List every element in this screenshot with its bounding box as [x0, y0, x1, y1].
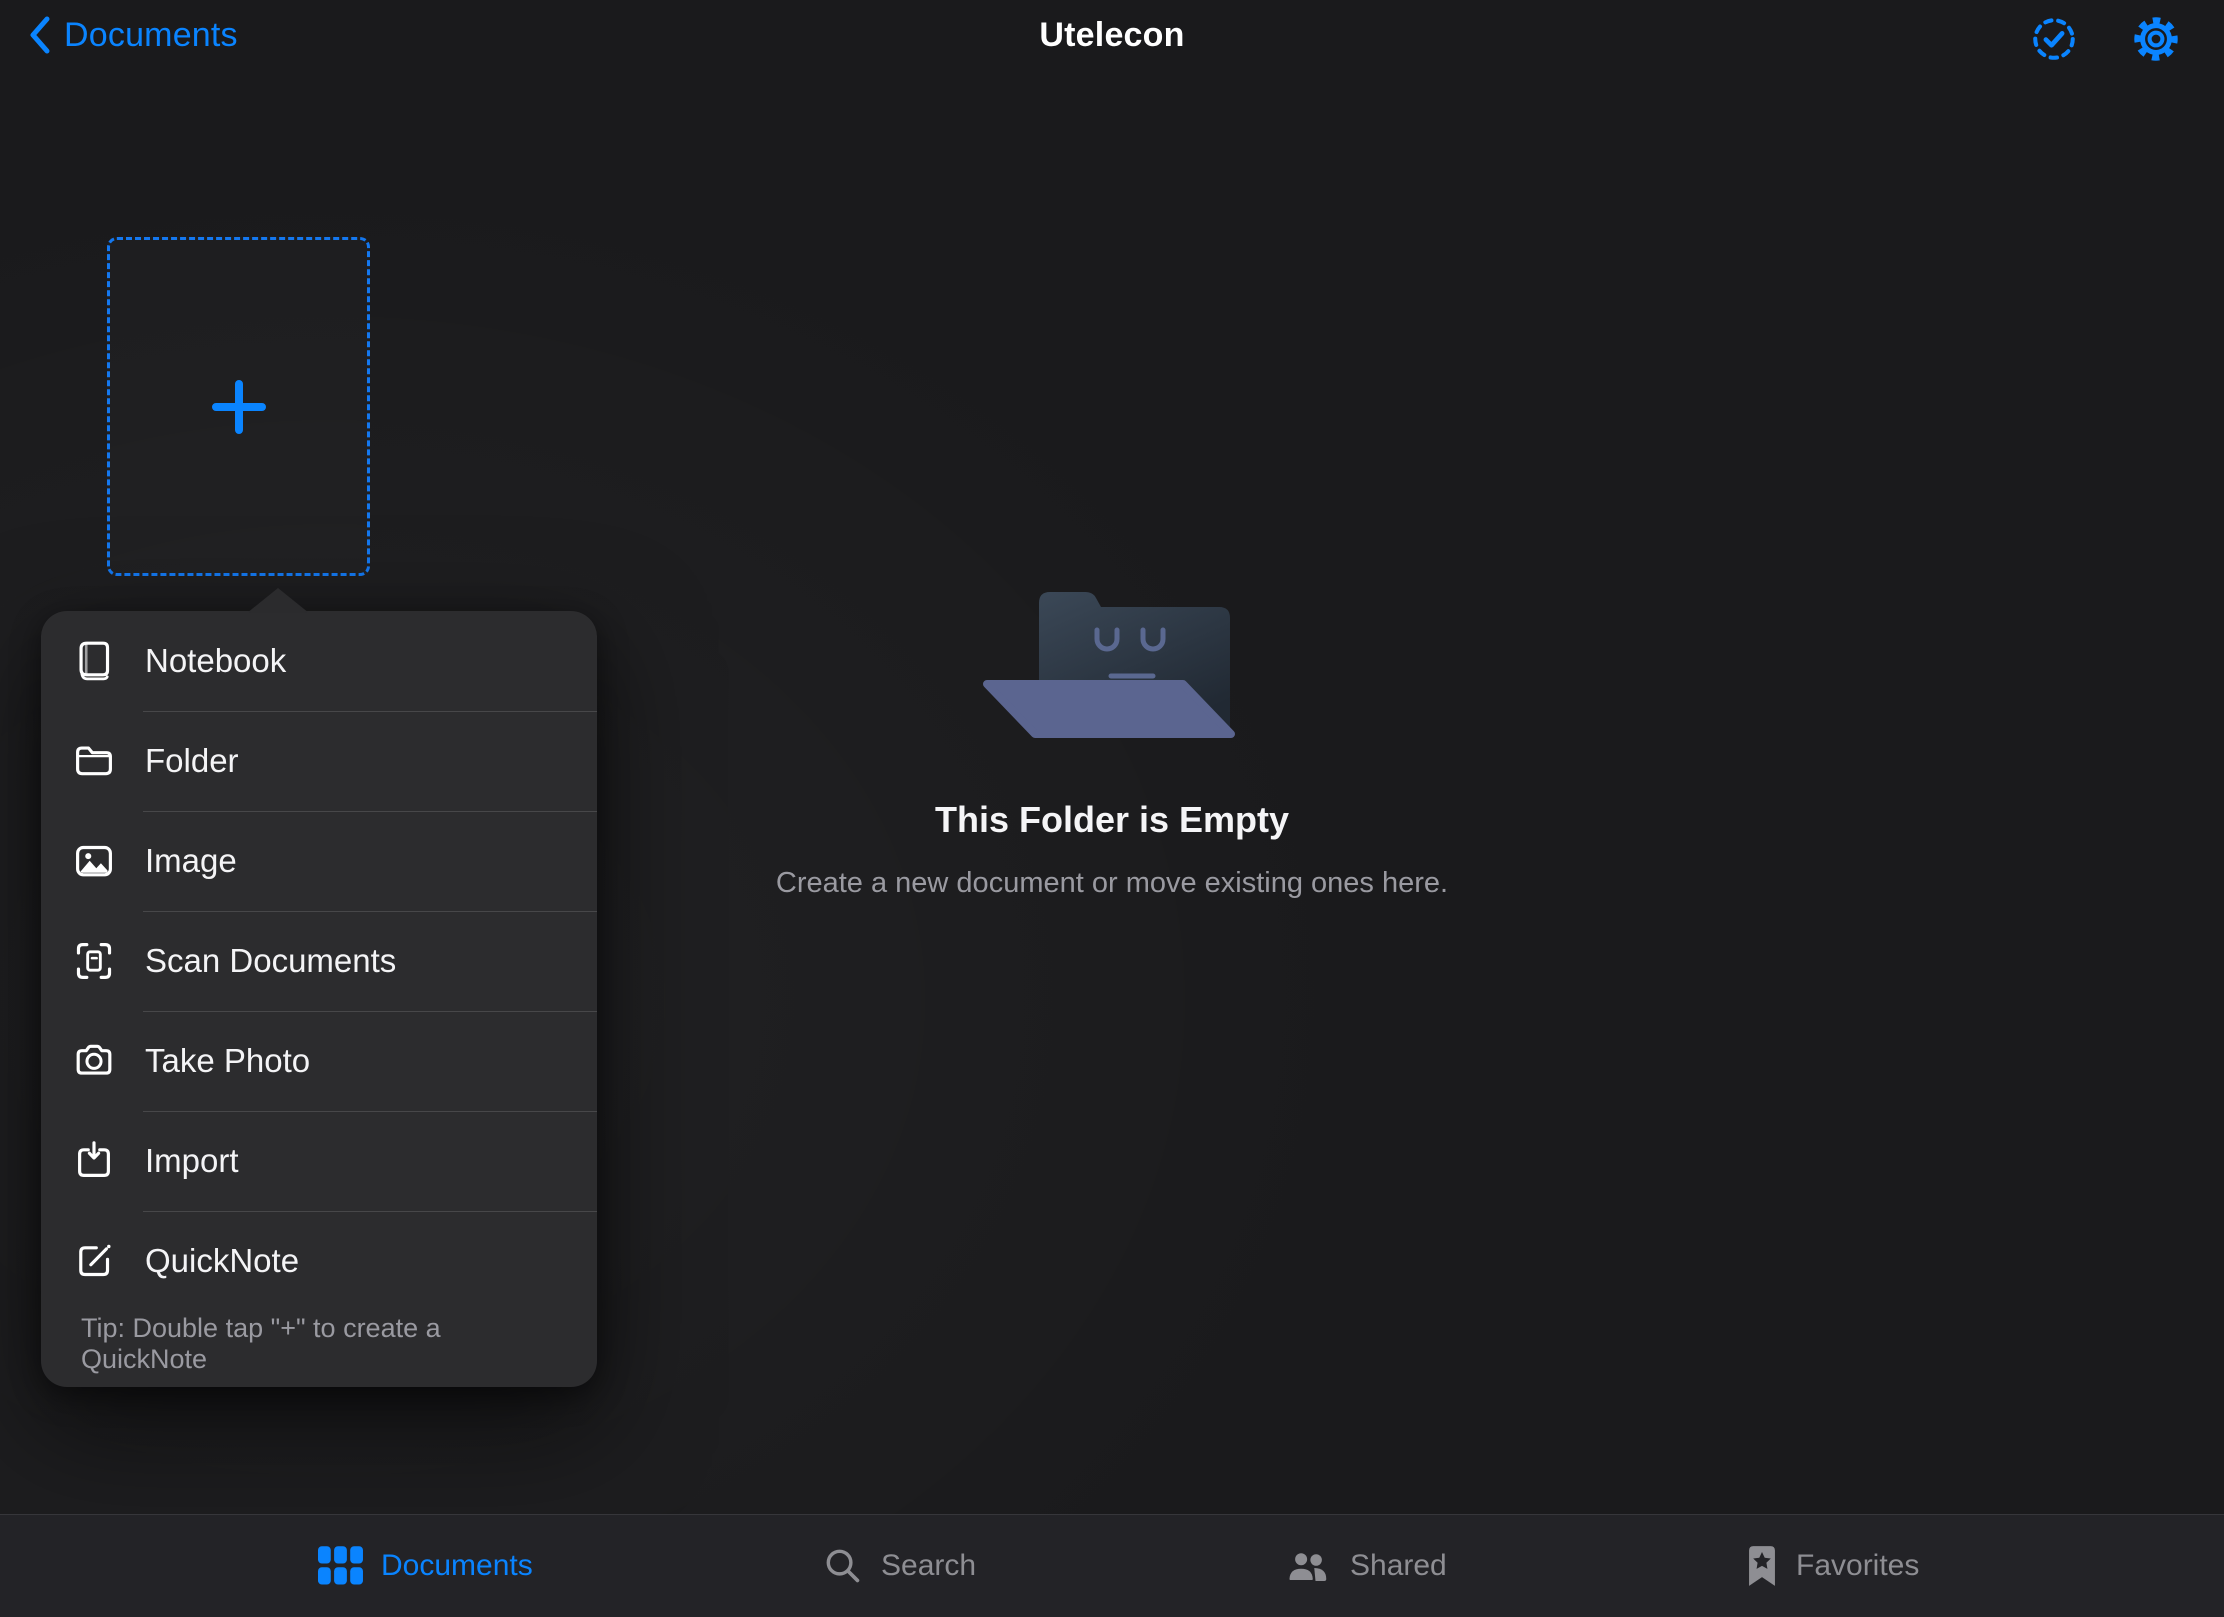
select-documents-button[interactable]: [2029, 14, 2079, 64]
menu-item-import[interactable]: Import: [41, 1111, 597, 1211]
menu-item-label: Image: [145, 842, 237, 880]
tab-label: Shared: [1350, 1549, 1447, 1583]
tab-documents[interactable]: Documents: [318, 1515, 533, 1617]
menu-item-label: Take Photo: [145, 1042, 310, 1080]
image-icon: [69, 838, 119, 884]
quicknote-icon: [69, 1238, 119, 1284]
tab-label: Documents: [381, 1549, 533, 1583]
menu-item-label: Scan Documents: [145, 942, 396, 980]
menu-item-label: Import: [145, 1142, 239, 1180]
shared-people-icon: [1283, 1546, 1333, 1586]
new-document-popup-menu: Notebook Folder Image: [41, 611, 597, 1387]
menu-item-label: Folder: [145, 742, 239, 780]
back-button[interactable]: Documents: [26, 14, 238, 56]
settings-button[interactable]: [2131, 14, 2181, 64]
tab-shared[interactable]: Shared: [1283, 1515, 1447, 1617]
plus-icon: [208, 376, 270, 438]
empty-state-title: This Folder is Empty: [935, 799, 1289, 841]
menu-item-take-photo[interactable]: Take Photo: [41, 1011, 597, 1111]
popup-arrow: [247, 588, 309, 613]
documents-grid-icon: [318, 1546, 364, 1586]
menu-item-label: QuickNote: [145, 1242, 299, 1280]
menu-item-label: Notebook: [145, 642, 286, 680]
navigation-bar: Documents Utelecon: [0, 0, 2224, 80]
tab-label: Favorites: [1796, 1549, 1919, 1583]
search-icon: [822, 1545, 864, 1587]
select-check-icon: [2029, 14, 2079, 64]
camera-icon: [69, 1038, 119, 1084]
empty-folder-illustration: [977, 572, 1247, 757]
menu-item-scan-documents[interactable]: Scan Documents: [41, 911, 597, 1011]
quicknote-tip: Tip: Double tap "+" to create a QuickNot…: [41, 1311, 597, 1387]
tab-search[interactable]: Search: [822, 1515, 976, 1617]
scan-documents-icon: [69, 938, 119, 984]
menu-item-notebook[interactable]: Notebook: [41, 611, 597, 711]
menu-item-image[interactable]: Image: [41, 811, 597, 911]
notebook-icon: [69, 638, 119, 684]
menu-item-folder[interactable]: Folder: [41, 711, 597, 811]
new-document-button[interactable]: [107, 237, 370, 576]
back-button-label: Documents: [64, 16, 238, 55]
empty-state-subtitle: Create a new document or move existing o…: [776, 867, 1448, 900]
menu-item-quicknote[interactable]: QuickNote: [41, 1211, 597, 1311]
bottom-tab-bar: Documents Search Shared Favorites: [0, 1514, 2224, 1617]
page-title: Utelecon: [1039, 16, 1184, 55]
settings-gear-icon: [2131, 13, 2181, 65]
chevron-left-icon: [26, 14, 52, 56]
folder-icon: [69, 738, 119, 784]
tab-label: Search: [881, 1549, 976, 1583]
tab-favorites[interactable]: Favorites: [1745, 1515, 1919, 1617]
import-icon: [69, 1138, 119, 1184]
favorites-bookmark-icon: [1745, 1544, 1779, 1588]
